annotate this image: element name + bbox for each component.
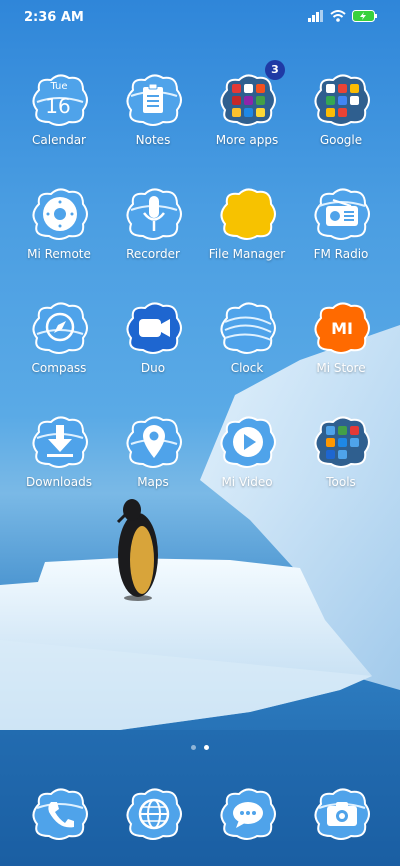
- app-label: Downloads: [26, 475, 92, 489]
- app-calendar[interactable]: Tue 16 Calendar: [12, 72, 106, 147]
- app-notes[interactable]: Notes: [106, 72, 200, 147]
- dock-messaging[interactable]: [200, 786, 294, 842]
- app-maps[interactable]: Maps: [106, 414, 200, 489]
- globe-icon: [126, 788, 182, 840]
- app-duo[interactable]: Duo: [106, 300, 200, 375]
- app-clock[interactable]: Clock: [200, 300, 294, 375]
- page-dot[interactable]: [191, 745, 196, 750]
- notification-badge: 3: [265, 60, 285, 80]
- app-label: Compass: [31, 361, 87, 375]
- app-label: Mi Remote: [27, 247, 91, 261]
- map-pin-icon: [126, 416, 182, 468]
- app-label: Notes: [135, 133, 171, 147]
- app-label: Duo: [140, 361, 166, 375]
- app-mi-store[interactable]: MI Mi Store: [294, 300, 388, 375]
- calendar-icon: Tue 16: [32, 74, 88, 126]
- app-more-apps-folder[interactable]: 3 More apps: [200, 60, 294, 147]
- app-google-folder[interactable]: Google: [294, 72, 388, 147]
- phone-icon: [32, 788, 88, 840]
- notes-icon: [126, 74, 182, 126]
- app-label: Mi Store: [316, 361, 366, 375]
- svg-text:Tue: Tue: [49, 81, 67, 92]
- folder-icon: [314, 74, 370, 126]
- app-label: FM Radio: [313, 247, 369, 261]
- app-label: Clock: [230, 361, 264, 375]
- svg-text:MI: MI: [331, 319, 353, 338]
- chat-bubble-icon: [220, 788, 276, 840]
- app-label: More apps: [215, 133, 279, 147]
- app-label: Google: [319, 133, 363, 147]
- app-label: Calendar: [32, 133, 86, 147]
- app-compass[interactable]: Compass: [12, 300, 106, 375]
- app-fm-radio[interactable]: FM Radio: [294, 186, 388, 261]
- camera-icon: [314, 788, 370, 840]
- page-indicator: [0, 745, 400, 750]
- dock: [0, 780, 400, 850]
- mi-logo-icon: MI: [314, 302, 370, 354]
- app-label: File Manager: [208, 247, 286, 261]
- compass-icon: [32, 302, 88, 354]
- app-label: Maps: [137, 475, 169, 489]
- app-mi-video[interactable]: Mi Video: [200, 414, 294, 489]
- app-label: Recorder: [126, 247, 180, 261]
- app-downloads[interactable]: Downloads: [12, 414, 106, 489]
- dock-camera[interactable]: [294, 786, 388, 842]
- folder-icon: [314, 416, 370, 468]
- page-dot-active[interactable]: [204, 745, 209, 750]
- app-label: Tools: [326, 475, 356, 489]
- app-mi-remote[interactable]: Mi Remote: [12, 186, 106, 261]
- radio-icon: [314, 188, 370, 240]
- file-folder-icon: [220, 188, 276, 240]
- app-file-manager[interactable]: File Manager: [200, 186, 294, 261]
- play-icon: [220, 416, 276, 468]
- app-tools-folder[interactable]: Tools: [294, 414, 388, 489]
- folder-icon: [220, 74, 276, 126]
- download-icon: [32, 416, 88, 468]
- dock-browser[interactable]: [106, 786, 200, 842]
- remote-control-icon: [32, 188, 88, 240]
- microphone-icon: [126, 188, 182, 240]
- dock-phone[interactable]: [12, 786, 106, 842]
- video-call-icon: [126, 302, 182, 354]
- app-label: Mi Video: [221, 475, 273, 489]
- home-screen: 2:36 AM Tue 16 Calendar Notes 3 More app…: [0, 0, 400, 866]
- app-grid: Tue 16 Calendar Notes 3 More apps Google…: [0, 0, 400, 866]
- clock-icon: [220, 302, 276, 354]
- app-recorder[interactable]: Recorder: [106, 186, 200, 261]
- svg-text:16: 16: [45, 94, 70, 118]
